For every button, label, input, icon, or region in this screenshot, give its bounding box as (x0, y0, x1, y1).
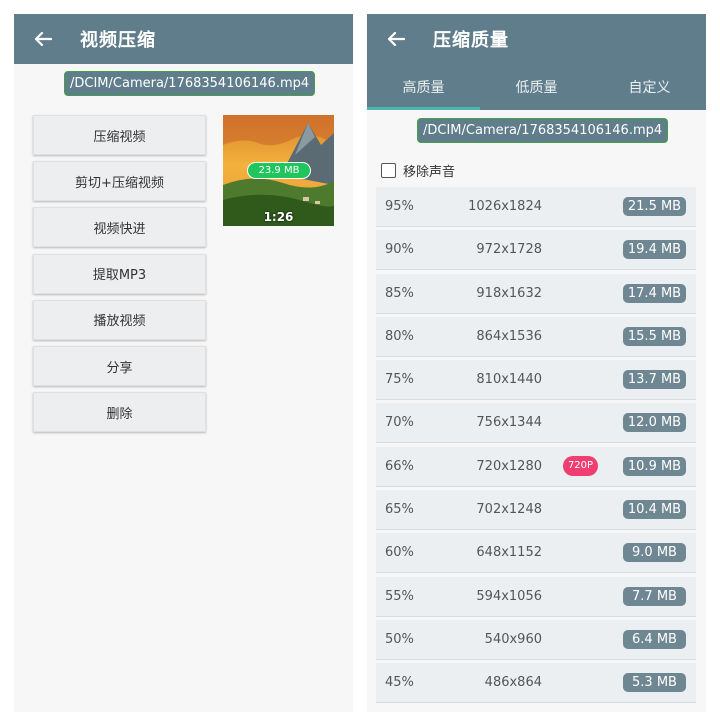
resolution: 486x864 (484, 675, 542, 691)
video-duration: 1:26 (263, 210, 294, 224)
app-bar: 压缩质量 (367, 14, 706, 64)
resolution: 594x1056 (476, 588, 542, 604)
estimated-size-badge: 5.3 MB (623, 673, 686, 693)
quality-percent: 65% (385, 502, 414, 518)
quality-percent: 80% (385, 328, 414, 344)
quality-row[interactable]: 95% 1026x1824 21.5 MB (376, 187, 696, 227)
cut-compress-button[interactable]: 剪切+压缩视频 (33, 161, 206, 202)
quality-row[interactable]: 60% 648x1152 9.0 MB (376, 533, 696, 574)
share-button[interactable]: 分享 (33, 346, 206, 386)
quality-row[interactable]: 75% 810x1440 13.7 MB (376, 360, 696, 401)
quality-tabs: 高质量 低质量 自定义 (367, 64, 706, 110)
resolution: 702x1248 (476, 502, 542, 518)
quality-percent: 60% (385, 545, 414, 561)
app-bar: 视频压缩 (14, 14, 353, 64)
quality-row[interactable]: 55% 594x1056 7.7 MB (376, 576, 696, 617)
resolution: 1026x1824 (468, 199, 542, 214)
extract-mp3-button[interactable]: 提取MP3 (33, 253, 206, 294)
remove-audio-checkbox[interactable] (381, 163, 396, 178)
compression-quality-screen: 压缩质量 高质量 低质量 自定义 /DCIM/Camera/1768354106… (367, 14, 706, 712)
back-arrow-icon[interactable] (383, 26, 409, 52)
quality-row[interactable]: 85% 918x1632 17.4 MB (376, 273, 696, 314)
quality-percent: 55% (385, 588, 414, 604)
estimated-size-badge: 7.7 MB (623, 586, 686, 606)
page-title: 压缩质量 (433, 30, 509, 51)
tab-high-quality[interactable]: 高质量 (367, 64, 480, 110)
quality-row[interactable]: 70% 756x1344 12.0 MB (376, 403, 696, 444)
resolution-tag-badge: 720P (563, 455, 598, 476)
quality-percent: 45% (385, 675, 414, 691)
remove-audio-option[interactable]: 移除声音 (381, 161, 455, 180)
quality-percent: 85% (385, 285, 414, 301)
quality-row[interactable]: 50% 540x960 6.4 MB (376, 619, 696, 660)
resolution: 648x1152 (476, 545, 542, 561)
quality-percent: 95% (385, 199, 414, 214)
quality-percent: 70% (385, 415, 414, 431)
quality-list: 95% 1026x1824 21.5 MB 90% 972x1728 19.4 MB 85%… (376, 187, 696, 707)
resolution: 864x1536 (476, 328, 542, 344)
estimated-size-badge: 15.5 MB (623, 326, 686, 346)
estimated-size-badge: 10.4 MB (623, 500, 686, 520)
video-thumbnail[interactable]: 23.9 MB 1:26 (223, 115, 334, 226)
fast-forward-button[interactable]: 视频快进 (33, 207, 206, 248)
page-title: 视频压缩 (80, 30, 156, 51)
estimated-size-badge: 10.9 MB (623, 456, 686, 476)
estimated-size-badge: 21.5 MB (623, 197, 686, 216)
estimated-size-badge: 6.4 MB (623, 629, 686, 649)
quality-row[interactable]: 90% 972x1728 19.4 MB (376, 230, 696, 271)
quality-percent: 50% (385, 631, 414, 647)
quality-row[interactable]: 65% 702x1248 10.4 MB (376, 490, 696, 531)
play-video-button[interactable]: 播放视频 (33, 299, 206, 340)
tab-low-quality[interactable]: 低质量 (480, 64, 593, 110)
estimated-size-badge: 13.7 MB (623, 370, 686, 390)
estimated-size-badge: 17.4 MB (623, 283, 686, 303)
estimated-size-badge: 12.0 MB (623, 413, 686, 433)
quality-percent: 75% (385, 372, 414, 388)
resolution: 540x960 (484, 631, 542, 647)
resolution: 918x1632 (476, 285, 542, 301)
quality-row[interactable]: 80% 864x1536 15.5 MB (376, 316, 696, 357)
estimated-size-badge: 19.4 MB (623, 240, 686, 260)
quality-percent: 90% (385, 242, 414, 258)
quality-row[interactable]: 45% 486x864 5.3 MB (376, 663, 696, 704)
tab-custom[interactable]: 自定义 (593, 64, 706, 110)
remove-audio-label: 移除声音 (403, 165, 456, 180)
file-path-chip: /DCIM/Camera/1768354106146.mp4 (417, 118, 669, 143)
back-arrow-icon[interactable] (30, 26, 56, 52)
delete-button[interactable]: 删除 (33, 392, 206, 433)
estimated-size-badge: 9.0 MB (623, 543, 686, 563)
compress-video-button[interactable]: 压缩视频 (33, 115, 206, 155)
file-path-chip: /DCIM/Camera/1768354106146.mp4 (64, 71, 316, 96)
resolution: 756x1344 (476, 415, 542, 431)
video-compress-screen: 视频压缩 /DCIM/Camera/1768354106146.mp4 压缩视频… (14, 14, 353, 712)
resolution: 810x1440 (476, 372, 542, 388)
file-size-badge: 23.9 MB (247, 162, 311, 179)
resolution: 972x1728 (476, 242, 542, 258)
quality-percent: 66% (385, 458, 414, 474)
quality-row[interactable]: 66% 720x1280 720P 10.9 MB (376, 446, 696, 487)
resolution: 720x1280 (476, 458, 542, 474)
